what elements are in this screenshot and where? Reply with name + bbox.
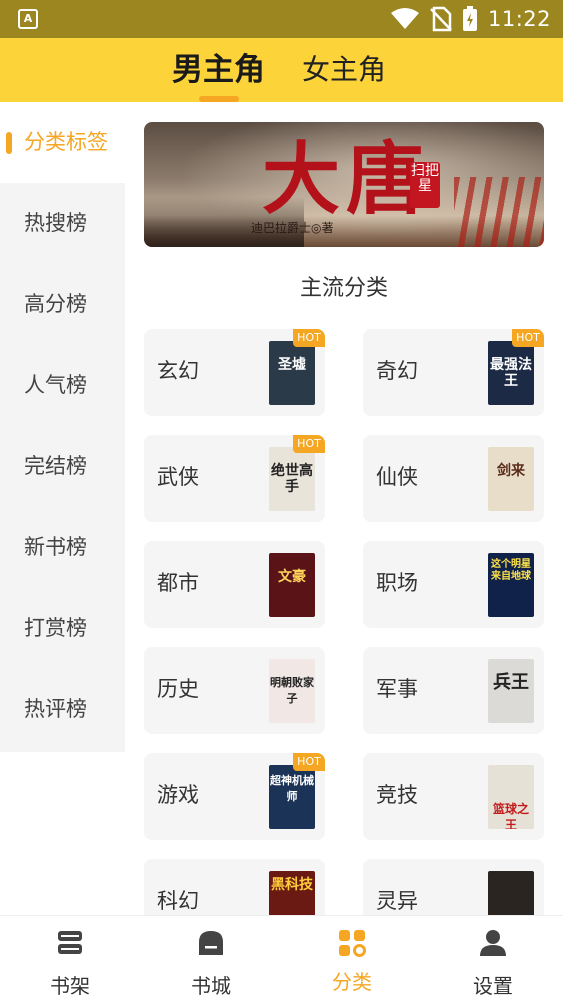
battery-charging-icon xyxy=(462,6,477,31)
cover-title: 剑来 xyxy=(497,463,525,479)
category-cover: 剑来 xyxy=(488,447,534,511)
nav-category[interactable]: 分类 xyxy=(302,926,402,996)
wifi-icon xyxy=(390,8,419,29)
sidebar-item-label: 热搜榜 xyxy=(24,211,87,235)
nav-bookstore[interactable]: 书城 xyxy=(161,926,261,998)
sidebar-item-hot-comments[interactable]: 热评榜 xyxy=(0,669,125,750)
category-card-lishi[interactable]: 历史 明朝败家子 xyxy=(144,647,325,734)
category-cover: 最强法王 xyxy=(488,341,534,405)
tab-male-lead[interactable]: 男主角 xyxy=(172,50,265,90)
sidebar-item-label: 完结榜 xyxy=(24,454,87,478)
category-name: 玄幻 xyxy=(157,359,199,383)
user-settings-icon xyxy=(480,930,506,956)
sidebar-active-indicator xyxy=(6,132,12,154)
cover-title: 这个明星来自地球 xyxy=(491,559,531,582)
sidebar-item-new-books[interactable]: 新书榜 xyxy=(0,507,125,588)
nav-label: 设置 xyxy=(473,974,513,998)
cover-title: 最强法王 xyxy=(490,357,532,389)
cover-title: 黑科技 xyxy=(271,877,313,893)
category-name: 武侠 xyxy=(157,465,199,489)
category-grid-icon xyxy=(339,930,366,957)
status-time: 11:22 xyxy=(487,7,551,31)
category-card-xianxia[interactable]: 仙侠 剑来 xyxy=(363,435,544,522)
category-card-wuxia[interactable]: 武侠 绝世高手 HOT xyxy=(144,435,325,522)
sidebar-item-rewards[interactable]: 打赏榜 xyxy=(0,588,125,669)
bookshelf-icon xyxy=(58,931,82,954)
ranking-sidebar: 分类标签 热搜榜 高分榜 人气榜 完结榜 新书榜 打赏榜 热评榜 xyxy=(0,102,125,752)
sidebar-item-high-score[interactable]: 高分榜 xyxy=(0,264,125,345)
category-name: 军事 xyxy=(376,677,418,701)
category-cover: 这个明星来自地球 xyxy=(488,553,534,617)
sidebar-item-category-tags[interactable]: 分类标签 xyxy=(0,102,125,183)
sidebar-item-completed[interactable]: 完结榜 xyxy=(0,426,125,507)
category-name: 灵异 xyxy=(376,889,418,913)
sidebar-item-label: 分类标签 xyxy=(24,130,108,154)
tab-female-lead[interactable]: 女主角 xyxy=(302,50,386,90)
cover-title: 文豪 xyxy=(278,569,306,585)
banner-title: 大唐 xyxy=(262,134,431,225)
cover-title: 超神机械师 xyxy=(270,774,314,803)
banner-seal: 扫把星 xyxy=(410,162,440,208)
status-bar: A 11:22 xyxy=(0,0,563,38)
nav-label: 书架 xyxy=(50,974,90,998)
category-name: 职场 xyxy=(376,571,418,595)
promo-banner[interactable]: 大唐 扫把星 迪巴拉爵士◎著 xyxy=(144,122,544,247)
category-cover: 明朝败家子 xyxy=(269,659,315,723)
category-cover: 超神机械师 xyxy=(269,765,315,829)
hot-badge: HOT xyxy=(293,435,325,453)
cover-title: 篮球之王 xyxy=(492,802,529,829)
banner-flags xyxy=(454,177,544,247)
sidebar-item-label: 高分榜 xyxy=(24,292,87,316)
category-card-jingji[interactable]: 竞技 篮球之王 xyxy=(363,753,544,840)
category-cover: 绝世高手 xyxy=(269,447,315,511)
section-title: 主流分类 xyxy=(299,276,388,301)
gender-tab-bar: 男主角 女主角 xyxy=(0,38,563,102)
nav-bookshelf[interactable]: 书架 xyxy=(20,926,120,998)
sidebar-item-popularity[interactable]: 人气榜 xyxy=(0,345,125,426)
nav-label: 书城 xyxy=(191,974,231,998)
bookstore-icon xyxy=(199,931,223,955)
active-tab-indicator xyxy=(199,96,239,102)
sidebar-item-label: 热评榜 xyxy=(24,697,87,721)
cover-title: 兵王 xyxy=(493,672,529,693)
hot-badge: HOT xyxy=(512,329,544,347)
category-name: 竞技 xyxy=(376,783,418,807)
category-cover: 文豪 xyxy=(269,553,315,617)
sidebar-item-hot-search[interactable]: 热搜榜 xyxy=(0,183,125,264)
app-root: A 11:22 男主角 女主角 分类标签 热搜榜 高分榜 人气榜 完结榜 新书榜… xyxy=(0,0,563,1000)
category-cover: 圣墟 xyxy=(269,341,315,405)
sidebar-item-label: 新书榜 xyxy=(24,535,87,559)
banner-author: 迪巴拉爵士◎著 xyxy=(251,221,334,235)
category-card-youxi[interactable]: 游戏 超神机械师 HOT xyxy=(144,753,325,840)
category-card-zhichang[interactable]: 职场 这个明星来自地球 xyxy=(363,541,544,628)
nav-settings[interactable]: 设置 xyxy=(443,926,543,998)
category-name: 都市 xyxy=(157,571,199,595)
hot-badge: HOT xyxy=(293,753,325,771)
category-name: 历史 xyxy=(157,677,199,701)
category-name: 游戏 xyxy=(157,783,199,807)
cover-title: 绝世高手 xyxy=(271,463,313,495)
status-icons: 11:22 xyxy=(390,6,551,32)
sidebar-item-label: 人气榜 xyxy=(24,373,87,397)
cover-title: 圣墟 xyxy=(278,357,306,373)
category-name: 科幻 xyxy=(157,889,199,913)
app-badge-icon: A xyxy=(18,9,38,29)
category-card-qihuan[interactable]: 奇幻 最强法王 HOT xyxy=(363,329,544,416)
category-cover: 兵王 xyxy=(488,659,534,723)
nav-label: 分类 xyxy=(332,970,372,994)
sidebar-item-label: 打赏榜 xyxy=(24,616,87,640)
cover-title: 明朝败家子 xyxy=(270,676,314,705)
category-card-junshi[interactable]: 军事 兵王 xyxy=(363,647,544,734)
no-sim-icon xyxy=(430,6,452,32)
bottom-nav: 书架 书城 分类 设置 xyxy=(0,915,563,1000)
category-name: 仙侠 xyxy=(376,465,418,489)
category-name: 奇幻 xyxy=(376,359,418,383)
category-cover: 篮球之王 xyxy=(488,765,534,829)
category-card-xuanhuan[interactable]: 玄幻 圣墟 HOT xyxy=(144,329,325,416)
category-card-dushi[interactable]: 都市 文豪 xyxy=(144,541,325,628)
hot-badge: HOT xyxy=(293,329,325,347)
